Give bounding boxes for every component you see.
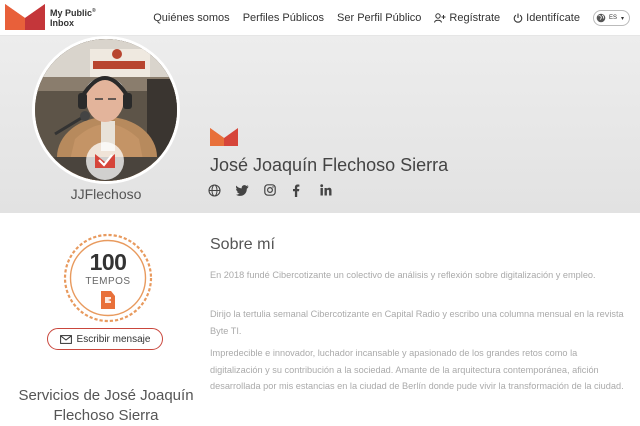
language-code: ES bbox=[608, 15, 617, 21]
tempos-count: 100 bbox=[89, 249, 127, 275]
verified-badge bbox=[86, 142, 124, 180]
envelope-icon bbox=[59, 334, 72, 344]
profile-username: JJFlechoso bbox=[70, 186, 142, 202]
instagram-link[interactable] bbox=[264, 183, 292, 197]
verified-check-icon bbox=[95, 154, 115, 168]
about-paragraph-3: Impredecible e innovador, luchador incan… bbox=[210, 348, 624, 391]
facebook-icon bbox=[293, 184, 300, 197]
social-links bbox=[208, 183, 348, 197]
write-message-button[interactable]: Escribir mensaje bbox=[47, 328, 163, 350]
nav-quienes-somos[interactable]: Quiénes somos bbox=[153, 12, 229, 24]
brand-envelope-icon bbox=[210, 128, 238, 146]
power-icon bbox=[513, 13, 523, 23]
nav-identificate-label: Identifícate bbox=[526, 12, 580, 24]
tempo-token-icon bbox=[101, 291, 115, 309]
nav-identificate[interactable]: Identifícate bbox=[513, 12, 580, 24]
nav-ser-perfil-publico[interactable]: Ser Perfil Público bbox=[337, 12, 421, 24]
twitter-icon bbox=[236, 184, 249, 196]
nav-registrate[interactable]: Regístrate bbox=[434, 12, 500, 24]
services-title: Servicios de José Joaquín Flechoso Sierr… bbox=[18, 387, 194, 424]
instagram-icon bbox=[264, 184, 276, 196]
linkedin-link[interactable] bbox=[320, 183, 348, 197]
site-logo[interactable]: My Public® Inbox bbox=[5, 4, 96, 30]
language-selector[interactable]: ES ▾ bbox=[592, 10, 630, 26]
logo-reg: ® bbox=[92, 8, 96, 14]
nav-registrate-label: Regístrate bbox=[449, 12, 501, 24]
logo-line1: My Public bbox=[50, 8, 93, 18]
linkedin-icon bbox=[320, 184, 332, 196]
brand-logo-icon bbox=[5, 4, 45, 30]
profile-full-name: José Joaquín Flechoso Sierra bbox=[210, 155, 449, 175]
facebook-link[interactable] bbox=[292, 183, 320, 197]
nav-perfiles-publicos[interactable]: Perfiles Públicos bbox=[243, 12, 324, 24]
about-paragraph-2: Dirijo la tertulia semanal Cibercotizant… bbox=[210, 309, 624, 336]
main-nav: Quiénes somos Perfiles Públicos Ser Perf… bbox=[153, 0, 640, 36]
tempos-label: TEMPOS bbox=[85, 276, 131, 287]
top-navbar: My Public® Inbox Quiénes somos Perfiles … bbox=[0, 0, 640, 36]
write-message-label: Escribir mensaje bbox=[76, 333, 151, 345]
add-user-icon bbox=[434, 13, 446, 23]
chevron-down-icon: ▾ bbox=[620, 15, 624, 22]
globe-icon bbox=[596, 13, 606, 23]
about-title: Sobre mí bbox=[210, 236, 275, 253]
twitter-link[interactable] bbox=[236, 183, 264, 197]
globe-icon bbox=[208, 183, 221, 197]
logo-line2: Inbox bbox=[50, 18, 74, 28]
logo-text: My Public® Inbox bbox=[50, 6, 96, 28]
website-link[interactable] bbox=[208, 183, 236, 197]
about-paragraph-1: En 2018 fundé Cibercotizante un colectiv… bbox=[210, 270, 596, 280]
